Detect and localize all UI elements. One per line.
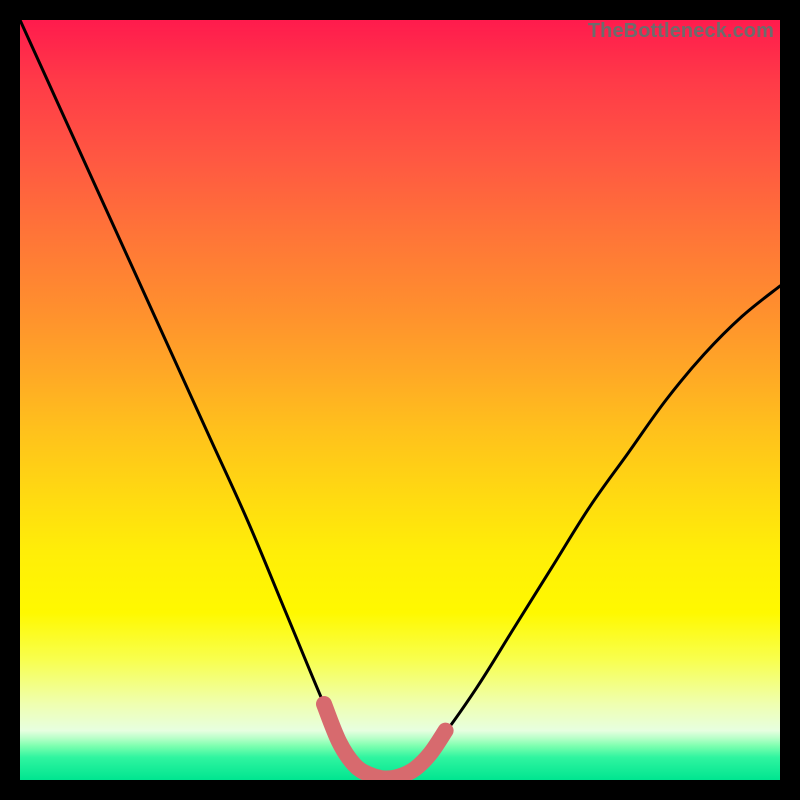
optimal-range-marker [324,704,446,779]
chart-plot-area: TheBottleneck.com [20,20,780,780]
bottleneck-curve-line [20,20,780,780]
chart-svg [20,20,780,780]
chart-frame: TheBottleneck.com [0,0,800,800]
